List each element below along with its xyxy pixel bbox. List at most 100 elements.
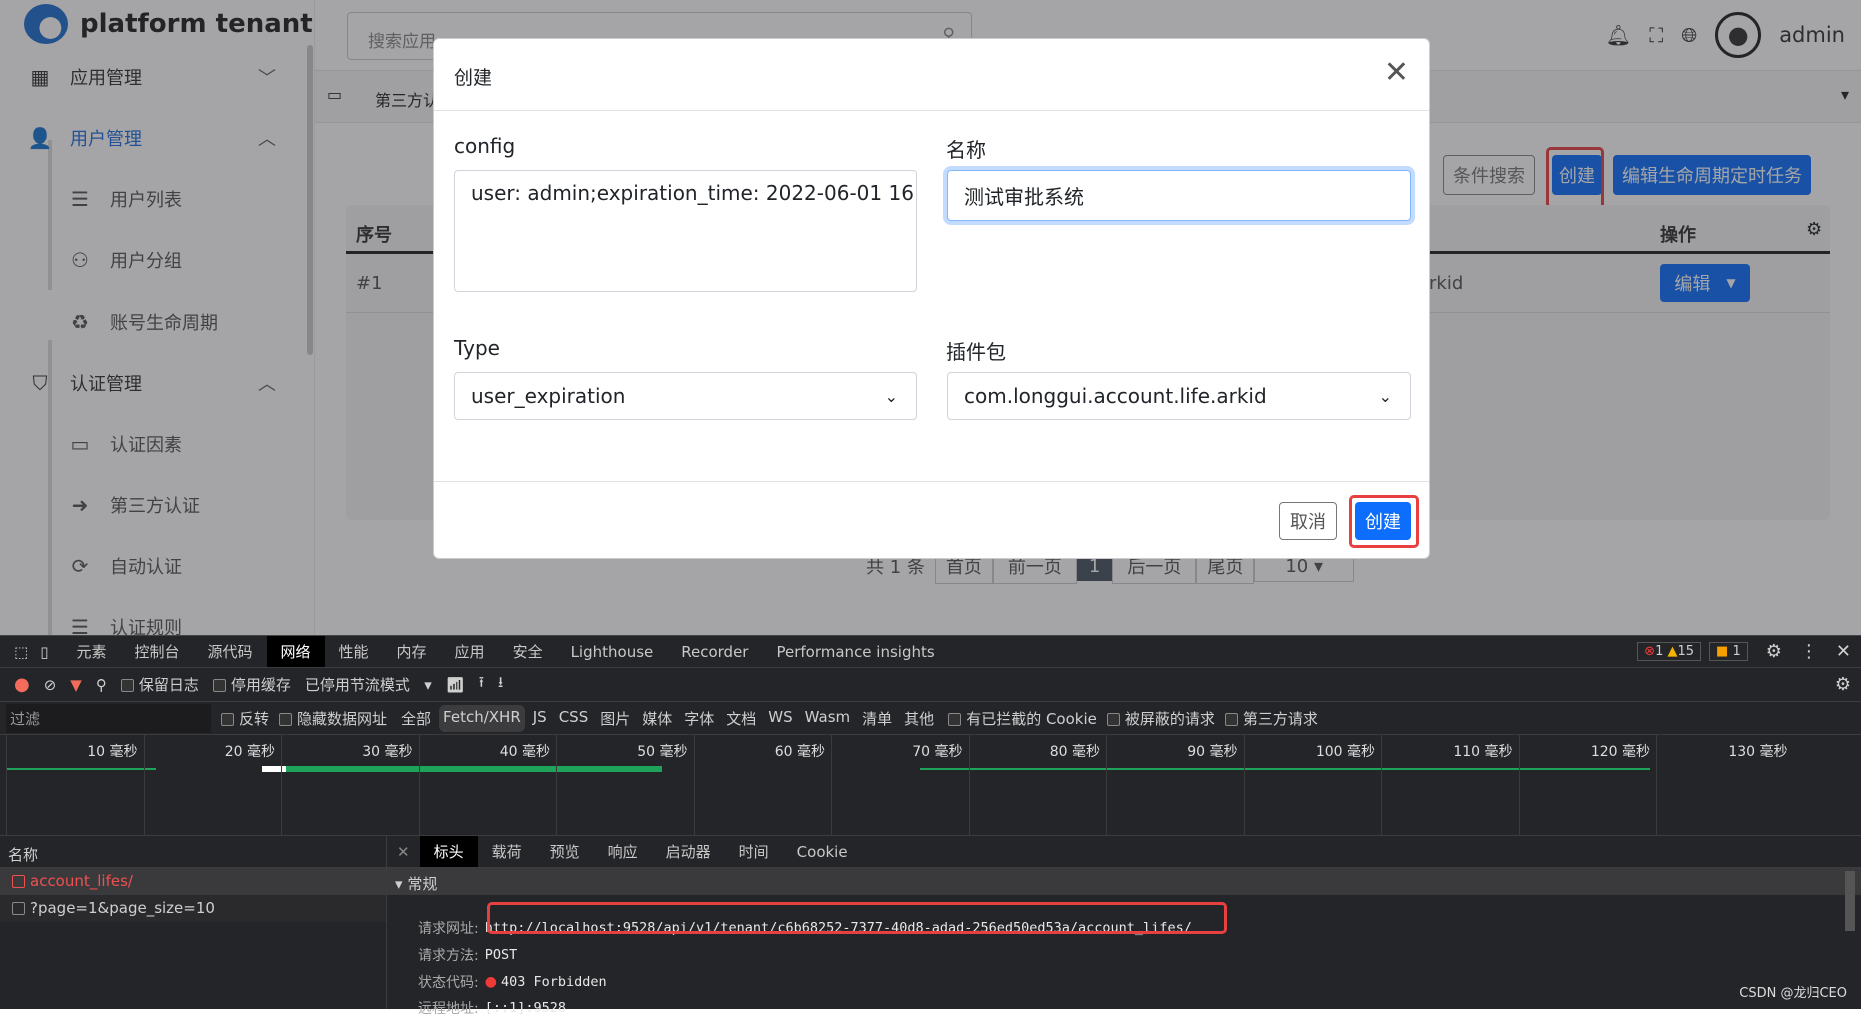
name-column-header[interactable]: 名称	[0, 836, 386, 868]
request-name: account_lifes/	[30, 872, 133, 890]
filter-bar: 过滤 反转 隐藏数据网址 全部 Fetch/XHR JS CSS 图片 媒体 字体 文档 WS W…	[0, 702, 1861, 735]
timeline-tick: 70 毫秒	[831, 735, 969, 835]
blocked-cookies-checkbox[interactable]: 有已拦截的 Cookie	[948, 708, 1097, 729]
type-filter[interactable]: Wasm	[801, 705, 855, 732]
devtools-tab[interactable]: Performance insights	[762, 636, 948, 667]
blocked-requests-checkbox[interactable]: 被屏蔽的请求	[1106, 708, 1215, 729]
plugin-select[interactable]: com.longgui.account.life.arkid ⌄	[947, 372, 1411, 420]
highlight-box	[487, 902, 1227, 934]
clear-icon[interactable]: ⊘	[44, 676, 57, 694]
divider	[434, 481, 1429, 482]
status-code: 403 Forbidden	[500, 974, 607, 990]
status-code-row: 状态代码: ● 403 Forbidden	[418, 972, 607, 992]
label: 保留日志	[138, 676, 199, 694]
issues-counter[interactable]: ■ 1	[1709, 642, 1748, 661]
filter-input[interactable]: 过滤	[6, 703, 211, 733]
chevron-down-icon: ⌄	[884, 386, 898, 406]
type-filter[interactable]: 清单	[858, 705, 896, 732]
tick-label: 60 毫秒	[774, 744, 825, 760]
preserve-log-checkbox[interactable]: 保留日志	[120, 674, 199, 695]
inspect-icon[interactable]: ⬚	[0, 643, 36, 661]
type-filter[interactable]: 文档	[722, 705, 760, 732]
more-icon[interactable]: ⋮	[1800, 641, 1818, 662]
device-toolbar-icon[interactable]: ▯	[36, 643, 62, 661]
type-filter[interactable]: 字体	[680, 705, 718, 732]
type-filter[interactable]: 图片	[596, 705, 634, 732]
timeline-tick: 20 毫秒	[143, 735, 282, 835]
gear-icon[interactable]: ⚙	[1766, 641, 1782, 662]
gear-icon[interactable]: ⚙	[1835, 674, 1861, 695]
cancel-button[interactable]: 取消	[1279, 502, 1337, 540]
warning-icon: ▲	[1667, 644, 1678, 659]
details-scrollbar[interactable]	[1845, 871, 1855, 931]
type-filter[interactable]: WS	[764, 705, 796, 732]
type-filter[interactable]: Fetch/XHR	[439, 704, 525, 732]
hide-data-urls-checkbox[interactable]: 隐藏数据网址	[279, 708, 387, 729]
close-icon[interactable]: ✕	[387, 843, 420, 861]
chevron-down-icon: ⌄	[1378, 386, 1392, 406]
tick-label: 90 毫秒	[1187, 744, 1238, 760]
tick-label: 50 毫秒	[637, 744, 688, 760]
devtools-panel: ⬚ ▯ 元素 控制台 源代码 网络 性能 内存 应用 安全 Lighthouse Recorder P…	[0, 635, 1861, 1017]
name-input[interactable]: 测试审批系统	[947, 170, 1411, 221]
network-toolbar: ● ⊘ ▼ ⚲ 保留日志 停用缓存 已停用节流模式 ▾ 📶︎ ⭱ ⭳ ⚙	[0, 668, 1861, 702]
devtools-tab[interactable]: 应用	[441, 636, 499, 667]
devtools-tab[interactable]: 控制台	[120, 636, 193, 667]
invert-checkbox[interactable]: 反转	[221, 708, 269, 729]
detail-tab[interactable]: 时间	[725, 836, 783, 867]
timeline-tick: 90 毫秒	[1106, 735, 1244, 835]
tick-label: 120 毫秒	[1590, 744, 1650, 760]
name-label: 名称	[946, 138, 986, 162]
devtools-tab[interactable]: 元素	[62, 636, 120, 667]
detail-tab[interactable]: 预览	[536, 836, 594, 867]
error-warning-counter[interactable]: ⊗1 ▲15	[1637, 642, 1702, 661]
import-icon[interactable]: ⭱	[479, 672, 484, 697]
label: 隐藏数据网址	[297, 709, 388, 728]
devtools-tab[interactable]: Recorder	[667, 636, 762, 667]
type-filter[interactable]: CSS	[555, 705, 593, 732]
type-filter[interactable]: 全部	[397, 705, 435, 732]
export-icon[interactable]: ⭳	[498, 672, 503, 697]
config-textarea[interactable]: user: admin;expiration_time: 2022-06-01 …	[454, 170, 917, 292]
key: 请求网址:	[418, 921, 479, 937]
record-icon[interactable]: ●	[14, 674, 30, 695]
label: 停用缓存	[230, 676, 291, 694]
close-icon[interactable]: ✕	[1836, 641, 1851, 662]
label: 被屏蔽的请求	[1124, 709, 1215, 728]
network-conditions-icon[interactable]: 📶︎	[446, 676, 465, 694]
type-select[interactable]: user_expiration ⌄	[454, 372, 917, 420]
plugin-label: 插件包	[946, 340, 1006, 364]
key: 请求方法:	[418, 948, 479, 964]
devtools-tab[interactable]: Lighthouse	[557, 636, 668, 667]
type-filter[interactable]: 其他	[900, 705, 938, 732]
dialog-title: 创建	[454, 67, 493, 89]
request-row[interactable]: account_lifes/	[0, 868, 386, 895]
filter-icon[interactable]: ▼	[70, 676, 82, 694]
devtools-tab[interactable]: 源代码	[193, 636, 266, 667]
detail-tab[interactable]: 启动器	[652, 836, 725, 867]
timeline-tick: 120 毫秒	[1518, 735, 1657, 835]
close-icon[interactable]: ✕	[1384, 55, 1409, 90]
type-filter[interactable]: JS	[529, 705, 551, 732]
network-timeline[interactable]: 10 毫秒 20 毫秒 30 毫秒 40 毫秒 50 毫秒 60 毫秒 70 毫秒 80 毫秒…	[0, 735, 1861, 836]
devtools-tab[interactable]: 安全	[499, 636, 557, 667]
detail-tab[interactable]: Cookie	[783, 836, 862, 867]
request-row[interactable]: ?page=1&page_size=10	[0, 895, 386, 922]
third-party-checkbox[interactable]: 第三方请求	[1224, 708, 1318, 729]
key: 状态代码:	[418, 975, 479, 991]
type-filter[interactable]: 媒体	[638, 705, 676, 732]
disable-cache-checkbox[interactable]: 停用缓存	[212, 674, 291, 695]
tick-label: 40 毫秒	[499, 744, 550, 760]
devtools-tab[interactable]: 内存	[383, 636, 441, 667]
key: 远程地址:	[418, 1001, 479, 1017]
throttling-select[interactable]: 已停用节流模式 ▾	[305, 674, 432, 695]
detail-tab[interactable]: 标头	[419, 836, 478, 867]
devtools-tab[interactable]: 网络	[266, 636, 325, 667]
detail-tab[interactable]: 载荷	[478, 836, 536, 867]
search-icon[interactable]: ⚲	[96, 676, 107, 694]
devtools-tab[interactable]: 性能	[325, 636, 383, 667]
timeline-tick: 80 毫秒	[968, 735, 1107, 835]
timeline-tick: 60 毫秒	[693, 735, 832, 835]
general-section-header[interactable]: ▾ 常规	[387, 868, 1861, 895]
detail-tab[interactable]: 响应	[594, 836, 652, 867]
